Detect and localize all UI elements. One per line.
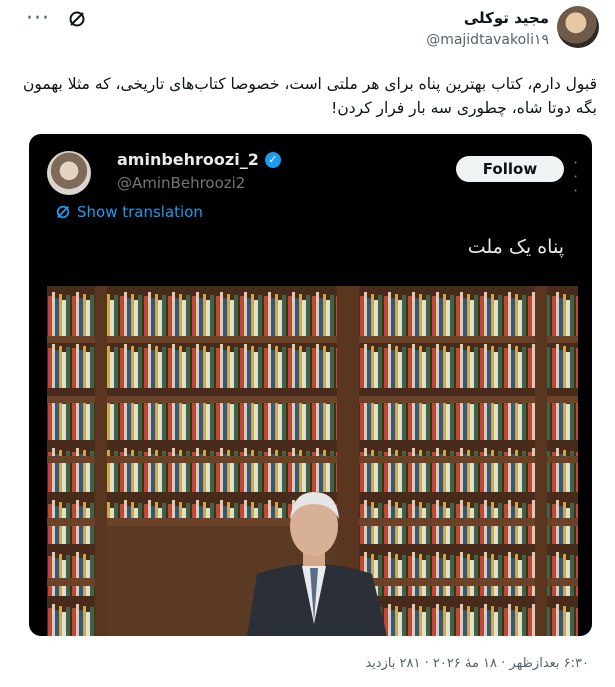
show-translation-link[interactable]: Show translation	[55, 203, 203, 221]
more-icon[interactable]: ···	[26, 8, 50, 30]
author-name[interactable]: مجید توکلی	[426, 8, 549, 28]
quoted-tweet[interactable]: aminbehroozi_2 ✓ @AminBehroozi2 Follow ·…	[29, 134, 592, 636]
quoted-author-name[interactable]: aminbehroozi_2	[117, 150, 259, 169]
follow-button[interactable]: Follow	[456, 156, 564, 182]
grok-icon[interactable]	[68, 10, 86, 28]
person-image	[247, 492, 387, 636]
quoted-author-handle[interactable]: @AminBehroozi2	[117, 174, 245, 192]
quoted-avatar[interactable]	[47, 151, 91, 195]
quoted-more-icon[interactable]: · · ·	[573, 155, 583, 199]
tweet: ··· مجید توکلی @majidtavakoli۱۹ قبول دار…	[0, 0, 615, 687]
show-translation-label[interactable]: Show translation	[77, 203, 203, 221]
tweet-text: قبول دارم، کتاب بهترین پناه برای هر ملتی…	[22, 75, 597, 117]
tweet-meta: ۶:۳۰ بعدازظهر · ۱۸ مهٔ ۲۰۲۶ · ۲۸۱ بازدید	[365, 656, 589, 671]
avatar[interactable]	[557, 6, 599, 48]
author-info[interactable]: مجید توکلی @majidtavakoli۱۹	[426, 8, 549, 48]
author-handle[interactable]: @majidtavakoli۱۹	[426, 32, 549, 48]
quoted-author[interactable]: aminbehroozi_2 ✓	[117, 150, 281, 169]
verified-badge-icon: ✓	[264, 151, 281, 168]
translate-icon	[56, 205, 70, 219]
tweet-header-actions: ···	[26, 8, 86, 30]
quoted-photo[interactable]	[47, 286, 578, 636]
quoted-text: پناه یک ملت	[467, 236, 564, 258]
